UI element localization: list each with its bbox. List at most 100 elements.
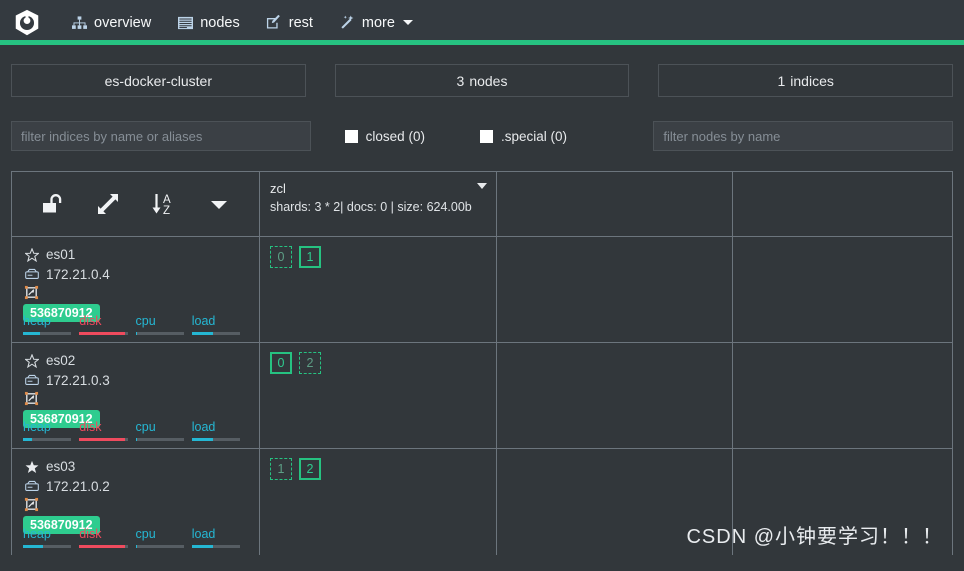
star-filled-icon[interactable] — [23, 460, 40, 474]
node-metric-bars: heap disk cpu load — [23, 314, 248, 335]
metric-heap: heap — [23, 420, 79, 441]
magic-wand-icon — [339, 15, 355, 31]
shard-badge[interactable]: 1 — [299, 246, 321, 268]
metric-track-heap — [23, 438, 72, 441]
table-row: es02 172.21.0.3 536870912 heap disk cpu … — [12, 343, 952, 449]
metric-load: load — [191, 314, 248, 335]
metric-track-cpu — [135, 545, 184, 548]
top-navbar: overview nodes rest more — [0, 0, 964, 45]
nav-item-more[interactable]: more — [326, 9, 426, 37]
node-name: es03 — [46, 459, 76, 474]
grid-empty-cell — [733, 237, 952, 342]
cluster-name-box: es-docker-cluster — [11, 64, 306, 97]
grid-empty-cell — [733, 343, 952, 448]
metric-fill-cpu — [135, 332, 138, 335]
grid-empty-cell — [497, 449, 733, 555]
metric-label-disk: disk — [79, 314, 102, 328]
shard-cell-es03-zcl: 1 2 — [260, 449, 497, 555]
expand-arrows-icon[interactable] — [91, 187, 125, 221]
caret-down-icon[interactable] — [477, 183, 487, 189]
nodes-count: 3 — [456, 72, 465, 89]
node-name-line: es03 — [23, 457, 248, 476]
metric-label-load: load — [191, 314, 216, 328]
metric-disk: disk — [79, 314, 135, 335]
data-node-icon — [23, 497, 40, 512]
node-cell-es03: es03 172.21.0.2 536870912 heap disk cpu … — [12, 449, 260, 555]
metric-heap: heap — [23, 527, 79, 548]
node-ip-line: 172.21.0.2 — [23, 477, 248, 496]
list-icon — [177, 15, 193, 31]
nav-item-rest[interactable]: rest — [253, 9, 326, 37]
node-name-line: es02 — [23, 351, 248, 370]
nav-item-overview[interactable]: overview — [58, 9, 164, 37]
server-icon — [23, 374, 40, 387]
closed-checkbox[interactable]: closed (0) — [344, 129, 425, 144]
indices-count-label: indices — [790, 72, 834, 89]
chevron-down-icon[interactable] — [202, 187, 236, 221]
metric-fill-disk — [79, 438, 126, 441]
sort-alpha-down-icon[interactable]: A Z — [146, 187, 180, 221]
node-role-line — [23, 285, 248, 300]
shard-cell-es02-zcl: 0 2 — [260, 343, 497, 448]
metric-track-disk — [79, 332, 128, 335]
metric-label-disk: disk — [79, 527, 102, 541]
filter-nodes-input[interactable] — [653, 121, 954, 151]
star-outline-icon[interactable] — [23, 353, 40, 368]
metric-fill-load — [191, 545, 214, 548]
metric-fill-disk — [79, 332, 126, 335]
shard-cell-es01-zcl: 0 1 — [260, 237, 497, 342]
special-checkbox[interactable]: .special (0) — [479, 128, 567, 144]
grid-toolbar: A Z — [12, 172, 259, 236]
shard-badge[interactable]: 0 — [270, 352, 292, 374]
metric-track-load — [191, 438, 240, 441]
grid-empty-cell — [497, 237, 733, 342]
node-name: es01 — [46, 247, 76, 262]
node-role-line — [23, 391, 248, 406]
metric-fill-load — [191, 438, 214, 441]
metric-cpu: cpu — [135, 314, 192, 335]
metric-fill-cpu — [135, 545, 138, 548]
filter-row: closed (0) .special (0) — [11, 121, 954, 151]
cerebro-logo[interactable] — [10, 6, 44, 40]
checkbox-box-closed[interactable] — [344, 129, 358, 143]
node-name: es02 — [46, 353, 76, 368]
checkbox-box-special[interactable] — [479, 129, 493, 143]
metric-fill-heap — [23, 545, 44, 548]
node-cell-es02: es02 172.21.0.3 536870912 heap disk cpu … — [12, 343, 260, 448]
metric-disk: disk — [79, 420, 135, 441]
metric-track-disk — [79, 545, 128, 548]
node-metric-bars: heap disk cpu load — [23, 527, 248, 548]
metric-fill-load — [191, 332, 214, 335]
metric-load: load — [191, 527, 248, 548]
grid-header-row: A Z zcl shards: 3 * 2| docs: 0 | size: 6… — [12, 172, 952, 237]
metric-label-heap: heap — [23, 420, 51, 434]
metric-track-cpu — [135, 438, 184, 441]
nav-label-nodes: nodes — [200, 14, 240, 31]
shard-badge[interactable]: 1 — [270, 458, 292, 480]
cluster-name: es-docker-cluster — [104, 72, 213, 89]
filter-indices-input[interactable] — [11, 121, 311, 151]
filter-checkbox-group: closed (0) .special (0) — [340, 129, 625, 144]
nav-item-nodes[interactable]: nodes — [164, 9, 253, 37]
node-cell-es01: es01 172.21.0.4 536870912 heap disk cpu … — [12, 237, 260, 342]
server-icon — [23, 480, 40, 493]
data-node-icon — [23, 391, 40, 406]
node-ip: 172.21.0.3 — [46, 373, 110, 388]
metric-fill-heap — [23, 438, 32, 441]
metric-label-cpu: cpu — [135, 527, 156, 541]
shard-badge[interactable]: 2 — [299, 458, 321, 480]
star-outline-icon[interactable] — [23, 247, 40, 262]
nodes-count-label: nodes — [469, 72, 508, 89]
metric-heap: heap — [23, 314, 79, 335]
metric-cpu: cpu — [135, 527, 192, 548]
node-role-line — [23, 497, 248, 512]
edit-square-icon — [266, 15, 282, 31]
indices-count-box: 1 indices — [658, 64, 954, 97]
server-icon — [23, 268, 40, 281]
shard-badge[interactable]: 0 — [270, 246, 292, 268]
shard-badge[interactable]: 2 — [299, 352, 321, 374]
metric-track-heap — [23, 545, 72, 548]
special-checkbox-label: .special (0) — [500, 128, 567, 144]
metric-label-heap: heap — [23, 314, 51, 328]
unlock-icon[interactable] — [35, 187, 69, 221]
